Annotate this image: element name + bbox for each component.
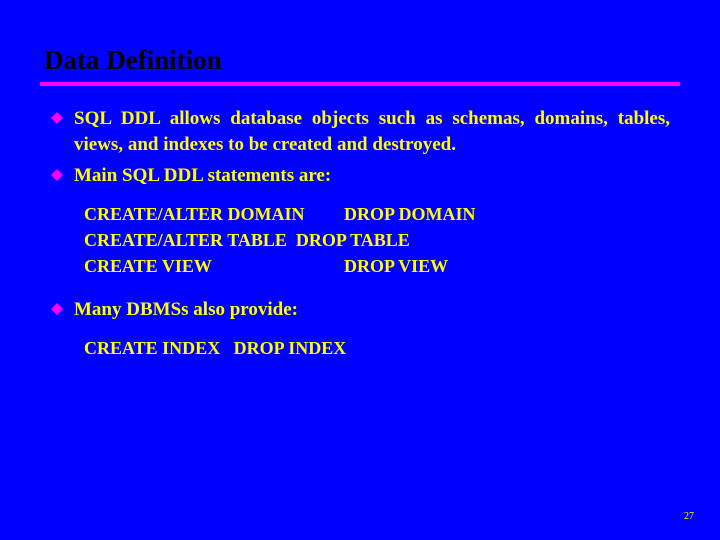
statement-row: CREATE VIEWDROP VIEW xyxy=(84,253,670,279)
statement-row: CREATE/ALTER DOMAINDROP DOMAIN xyxy=(84,201,670,227)
title-block: Data Definition xyxy=(40,45,680,86)
bullet-text: SQL DDL allows database objects such as … xyxy=(74,106,670,157)
content-area: SQL DDL allows database objects such as … xyxy=(40,106,680,361)
statement-row: CREATE INDEX DROP INDEX xyxy=(84,335,670,361)
bullet-text: Many DBMSs also provide: xyxy=(74,297,670,323)
page-title: Data Definition xyxy=(40,45,680,82)
statement-block: CREATE INDEX DROP INDEX xyxy=(84,335,670,361)
bullet-item: SQL DDL allows database objects such as … xyxy=(50,106,670,157)
bullet-text: Main SQL DDL statements are: xyxy=(74,163,670,189)
bullet-item: Main SQL DDL statements are: xyxy=(50,163,670,189)
statement-cell: DROP VIEW xyxy=(344,256,448,276)
slide-container: Data Definition SQL DDL allows database … xyxy=(0,0,720,540)
title-underline xyxy=(40,82,680,86)
diamond-bullet-icon xyxy=(50,168,64,182)
statement-cell: CREATE/ALTER DOMAIN xyxy=(84,201,344,227)
statement-block: CREATE/ALTER DOMAINDROP DOMAIN CREATE/AL… xyxy=(84,201,670,279)
page-number: 27 xyxy=(684,511,694,522)
diamond-bullet-icon xyxy=(50,111,64,125)
bullet-item: Many DBMSs also provide: xyxy=(50,297,670,323)
statement-row: CREATE/ALTER TABLE DROP TABLE xyxy=(84,227,670,253)
statement-cell: CREATE VIEW xyxy=(84,253,344,279)
statement-cell: DROP DOMAIN xyxy=(344,204,476,224)
diamond-bullet-icon xyxy=(50,302,64,316)
